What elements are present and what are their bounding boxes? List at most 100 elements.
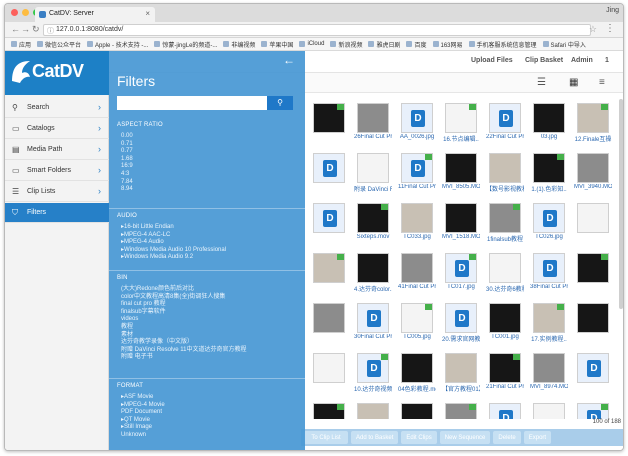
forward-arrow-icon[interactable]: → (21, 24, 30, 34)
list-view-icon[interactable]: ☰ (537, 77, 546, 88)
clip-tile[interactable]: 4.达芬奇color.. (354, 253, 392, 293)
clip-tile[interactable]: D 10.达芬奇视频 (354, 353, 392, 393)
clip-tile[interactable]: MVI_8505.MO (442, 153, 480, 193)
close-tab-icon[interactable]: × (145, 9, 150, 18)
clip-tile[interactable] (577, 253, 609, 293)
clip-basket-link[interactable]: Clip Basket (525, 57, 563, 64)
clip-tile[interactable]: D (577, 403, 609, 419)
filter-search-input[interactable] (117, 96, 267, 110)
clip-tile[interactable]: 26Final Cut Pr (354, 103, 392, 143)
bookmark-item[interactable]: iCloud (299, 41, 324, 47)
filter-option[interactable]: videos (121, 316, 246, 324)
close-window-button[interactable] (11, 9, 18, 16)
clip-tile[interactable]: 【官方教程01】 (442, 353, 480, 393)
filter-option[interactable]: 0.71 (121, 141, 133, 149)
clip-tile[interactable]: Sixteps.mov (357, 203, 389, 243)
bookmark-item[interactable]: 惊蒙-jingLe的频道-... (154, 40, 217, 49)
clip-tile[interactable] (577, 303, 609, 343)
clip-tile[interactable]: D 38Final Cut Pr (530, 253, 568, 293)
filter-option[interactable]: 16:9 (121, 163, 133, 171)
filter-option[interactable]: ▸MPEG-4 AAC-LC (121, 232, 226, 240)
bookmark-item[interactable]: 新浪视频 (330, 40, 362, 49)
clip-tile[interactable]: MVI_8974.MO (530, 353, 568, 393)
clip-tile[interactable]: D (313, 203, 345, 243)
bookmark-item[interactable]: Apple - 技术支持 -... (87, 40, 148, 49)
sidebar-item-search[interactable]: ⚲ Search › (5, 98, 109, 118)
action-button-to-clip-list[interactable]: To Clip List (304, 431, 348, 444)
filter-option[interactable]: (大大)Redone颜色前后对比 (121, 286, 246, 294)
url-field[interactable]: ⓘ 127.0.0.1:8080/catdv/ (43, 24, 591, 36)
clip-tile[interactable]: D (577, 353, 609, 393)
clip-tile[interactable]: D 20.需求官网教 (442, 303, 480, 343)
clip-tile[interactable] (533, 403, 565, 419)
clip-tile[interactable]: 1finalsub教程 (487, 203, 523, 243)
clip-tile[interactable]: 17.实例教程.. (531, 303, 567, 343)
clip-tile[interactable]: D 30Final Cut Pr (354, 303, 392, 343)
minimize-window-button[interactable] (22, 9, 29, 16)
clip-tile[interactable] (313, 303, 345, 343)
action-button-edit-clips[interactable]: Edit Clips (401, 431, 437, 444)
clip-tile[interactable] (313, 253, 345, 293)
filter-option[interactable]: 教程 (121, 324, 246, 332)
sidebar-item-smart-folders[interactable]: ▭ Smart Folders › (5, 161, 109, 181)
back-arrow-icon[interactable]: ← (11, 24, 20, 34)
sort-menu-icon[interactable]: ≡ (599, 77, 605, 88)
bookmark-item[interactable]: 非编视频 (223, 40, 255, 49)
clip-tile[interactable]: D AA_0026.jpg (400, 103, 434, 143)
bookmark-item[interactable]: 手机客服系统信息管理 (468, 40, 537, 49)
clip-tile[interactable] (445, 403, 477, 419)
reload-icon[interactable]: ↻ (32, 24, 40, 35)
clip-tile[interactable]: MVI_1518.MO (442, 203, 480, 243)
clip-tile[interactable]: 【数号影视教程 (486, 153, 524, 193)
sidebar-item-filters[interactable]: ⛉ Filters (5, 203, 109, 223)
clip-tile[interactable]: 03.jpg (533, 103, 565, 143)
grid-scrollbar[interactable] (619, 99, 623, 309)
sidebar-item-media-path[interactable]: ▤ Media Path › (5, 140, 109, 160)
clip-tile[interactable]: D 22Final Cut Pr (486, 103, 524, 143)
clip-tile[interactable] (313, 403, 345, 419)
filter-option[interactable]: final cut pro 教程 (121, 301, 246, 309)
filter-option[interactable]: 4:3 (121, 171, 133, 179)
bookmark-item[interactable]: Safari 中导入 (542, 40, 586, 49)
clip-tile[interactable]: 16.节点编辑.. (443, 103, 479, 143)
browser-tab[interactable]: CatDV: Server × (35, 7, 155, 22)
filter-option[interactable]: ▸16-bit Little Endian (121, 224, 226, 232)
filter-option[interactable]: ▸QT Movie (121, 417, 165, 425)
clip-tile[interactable] (313, 103, 345, 143)
filter-option[interactable]: 8.94 (121, 186, 133, 194)
bookmark-item[interactable]: 微信公众平台 (37, 40, 81, 49)
action-button-export[interactable]: Export (523, 431, 552, 444)
filter-option[interactable]: ▸MPEG-4 Audio (121, 239, 226, 247)
filter-option[interactable]: finalsub字幕软件 (121, 309, 246, 317)
action-button-add-to-basket[interactable]: Add to Basket (351, 431, 399, 444)
clip-tile[interactable]: MVI_3940.MO (574, 153, 612, 193)
clip-tile[interactable] (357, 403, 389, 419)
upload-files-link[interactable]: Upload Files (471, 57, 513, 64)
filter-option[interactable]: 0.77 (121, 148, 133, 156)
action-button-new-sequence[interactable]: New Sequence (439, 431, 491, 444)
filter-option[interactable]: ▸MPEG-4 Movie (121, 402, 165, 410)
filter-option[interactable]: Unknown (121, 432, 165, 440)
filter-option[interactable]: ▸Windows Media Audio 9.2 (121, 254, 226, 262)
filter-option[interactable]: 0.00 (121, 133, 133, 141)
clip-tile[interactable]: TC001.jpg (489, 303, 521, 343)
clip-tile[interactable] (313, 353, 345, 393)
browser-menu-icon[interactable]: ⋮ (605, 23, 615, 34)
filter-option[interactable]: ▸Windows Media Audio 10 Professional (121, 247, 226, 255)
profile-chip[interactable]: Jing (606, 7, 619, 14)
admin-link[interactable]: Admin (571, 57, 593, 64)
clip-tile[interactable]: 41Final Cut Pr (398, 253, 436, 293)
filter-search-button[interactable]: ⚲ (267, 96, 293, 110)
clip-tile[interactable]: D (313, 153, 345, 193)
sidebar-item-catalogs[interactable]: ▭ Catalogs › (5, 119, 109, 139)
clip-tile[interactable] (401, 403, 433, 419)
clip-tile[interactable]: TC033.jpg (401, 203, 433, 243)
clip-tile[interactable]: D 11Final Cut Pr (398, 153, 436, 193)
filter-option[interactable]: ▸ASF Movie (121, 394, 165, 402)
bookmark-item[interactable]: 雅虎日剧 (368, 40, 400, 49)
filter-option[interactable]: PDF Document (121, 409, 165, 417)
clip-tile[interactable]: D TC017.jpg (445, 253, 477, 293)
clip-tile[interactable]: 附录 DaVinci R (354, 153, 392, 193)
action-button-delete[interactable]: Delete (493, 431, 521, 444)
grid-view-icon[interactable]: ▦ (569, 77, 578, 88)
